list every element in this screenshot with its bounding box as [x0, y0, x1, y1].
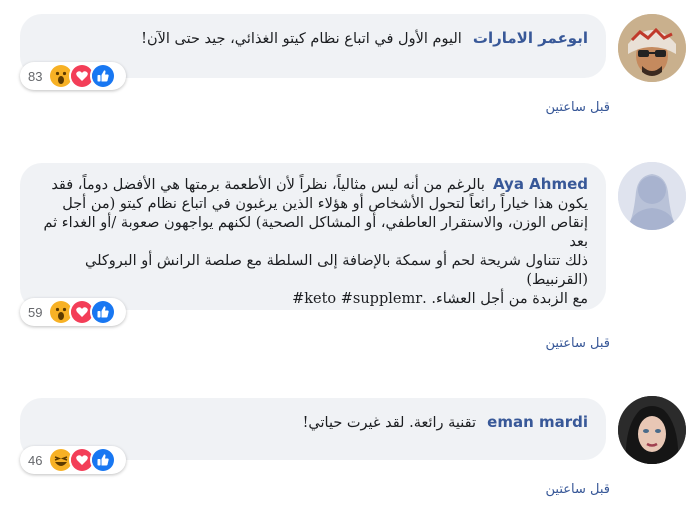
comment-text: بالرغم من أنه ليس مثالياً، نظراً لأن الأ…	[51, 177, 485, 193]
reactions-count: 59	[28, 304, 43, 320]
comment-text-line-4: ذلك تتناول شريحة لحم أو سمكة بالإضافة إل…	[85, 253, 588, 288]
comment-timestamp[interactable]: قبل ساعتين	[546, 336, 610, 351]
comment-text-line-3: إنقاص الوزن، والاستقرار العاطفي، أو المش…	[43, 215, 589, 250]
reactions-count: 83	[28, 68, 43, 84]
reactions-summary[interactable]: 46	[20, 446, 126, 474]
reactions-summary[interactable]: 83	[20, 62, 126, 90]
reactions-summary[interactable]: 59	[20, 298, 126, 326]
comment-timestamp[interactable]: قبل ساعتين	[546, 100, 610, 115]
comment-author[interactable]: eman mardi	[487, 413, 588, 431]
comment-text-line-1: Aya Ahmed بالرغم من أنه ليس مثالياً، نظرا…	[38, 175, 588, 195]
comment-text-line-2: يكون هذا خياراً رائعاً لتحول الأشخاص أو …	[62, 196, 588, 212]
comment-text: تقنية رائعة. لقد غيرت حياتي!	[302, 415, 477, 431]
reactions-count: 46	[28, 452, 43, 468]
comment-author[interactable]: ابوعمر الامارات	[473, 29, 588, 47]
comment-bubble: Aya Ahmed بالرغم من أنه ليس مثالياً، نظرا…	[20, 163, 606, 310]
avatar[interactable]	[618, 396, 686, 464]
like-icon	[90, 447, 117, 473]
like-icon	[90, 299, 117, 325]
comment-text: اليوم الأول في اتباع نظام كيتو الغذائي، …	[141, 31, 462, 47]
avatar[interactable]	[618, 162, 686, 230]
comment-author[interactable]: Aya Ahmed	[493, 175, 588, 193]
like-icon	[90, 63, 117, 89]
comment-timestamp[interactable]: قبل ساعتين	[546, 482, 610, 497]
avatar[interactable]	[618, 14, 686, 82]
